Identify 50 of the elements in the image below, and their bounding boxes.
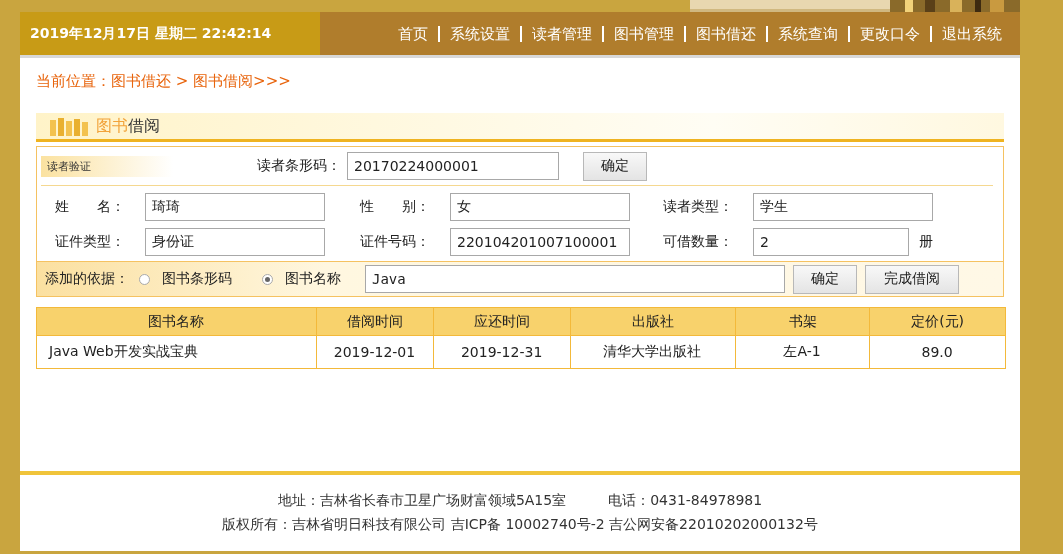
footer-text: 地址：吉林省长春市卫星广场财富领域5A15室 电话：0431-84978981: [277, 492, 763, 510]
action-button[interactable]: 确定: [793, 264, 857, 294]
nav-link[interactable]: 图书管理: [602, 25, 684, 42]
action-button[interactable]: 完成借阅: [865, 264, 959, 294]
search-field[interactable]: Java: [365, 265, 785, 293]
field-label: 证件号码：: [360, 233, 431, 251]
column-header: 图书名称: [36, 307, 317, 336]
radio-button[interactable]: [262, 273, 273, 285]
table-cell: 左A-1: [735, 335, 870, 369]
field-label: 添加的依据：: [45, 270, 129, 288]
field-label: 姓 名：: [55, 198, 126, 216]
column-header: 书架: [735, 307, 870, 336]
table-cell: 2019-12-31: [433, 335, 571, 369]
table-cell: 89.0: [869, 335, 1006, 369]
section-title: 图书借阅: [96, 115, 160, 137]
table-cell: 清华大学出版社: [570, 335, 736, 369]
input-field[interactable]: 女: [450, 193, 630, 221]
footer-text: 版权所有：吉林省明日科技有限公司 吉ICP备 10002740号-2 吉公网安备22010202000132号: [222, 516, 818, 534]
input-field[interactable]: 学生: [753, 193, 933, 221]
nav-link[interactable]: 图书借还: [684, 25, 766, 42]
column-header: 应还时间: [433, 307, 571, 336]
confirm-button[interactable]: 确定: [583, 151, 647, 181]
nav-link[interactable]: 更改口令: [848, 25, 930, 42]
nav-link[interactable]: 系统查询: [766, 25, 848, 42]
input-field[interactable]: 2: [753, 228, 909, 256]
input-field[interactable]: 220104201007100001: [450, 228, 630, 256]
column-header: 借阅时间: [316, 307, 434, 336]
input-field[interactable]: 身份证: [145, 228, 325, 256]
column-header: 出版社: [570, 307, 736, 336]
nav-link[interactable]: 首页: [388, 25, 438, 42]
table-cell: Java Web开发实战宝典: [36, 335, 317, 369]
field-label: 读者类型：: [663, 198, 734, 216]
field-label: 证件类型：: [55, 233, 126, 251]
field-label: 读者条形码：: [257, 157, 341, 175]
table-cell: 2019-12-01: [316, 335, 434, 369]
unit-label: 册: [919, 233, 933, 251]
input-field[interactable]: 琦琦: [145, 193, 325, 221]
barcode-field[interactable]: 20170224000001: [347, 152, 559, 180]
books-icon: [50, 116, 90, 136]
nav-link[interactable]: 退出系统: [930, 25, 1012, 42]
radio-label[interactable]: 图书条形码: [162, 270, 232, 288]
radio-button[interactable]: [139, 273, 150, 285]
radio-label[interactable]: 图书名称: [285, 270, 341, 288]
date-time: 2019年12月17日 星期二 22:42:14: [20, 12, 320, 55]
field-label: 性 别：: [360, 198, 431, 216]
nav-link[interactable]: 系统设置: [438, 25, 520, 42]
breadcrumb: 当前位置：图书借还 > 图书借阅>>>: [36, 72, 292, 91]
field-label: 可借数量：: [663, 233, 734, 251]
nav-link[interactable]: 读者管理: [520, 25, 602, 42]
column-header: 定价(元): [869, 307, 1006, 336]
